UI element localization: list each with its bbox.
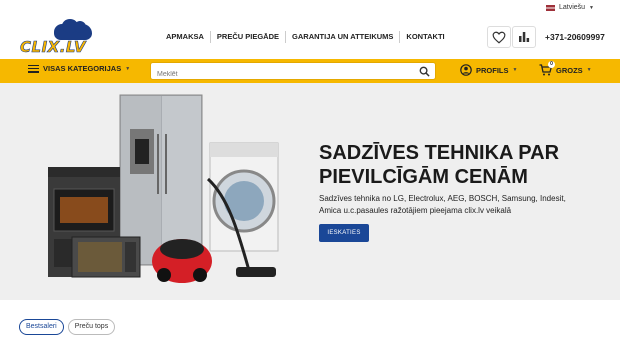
nav-link-delivery[interactable]: PREČU PIEGĀDE	[209, 31, 285, 43]
search-input[interactable]	[151, 66, 406, 83]
site-logo[interactable]: CLIX.LV	[20, 19, 92, 57]
nav-link-payment[interactable]: APMAKSA	[160, 31, 210, 43]
magnifier-icon[interactable]	[419, 66, 430, 77]
all-categories-button[interactable]: VISAS KATEGORIJAS ▼	[28, 64, 130, 73]
hero-title: SADZĪVES TEHNIKA PAR PIEVILCĪGĀM CENĀM	[319, 142, 560, 188]
appliances-illustration	[48, 94, 279, 283]
category-search-bar: VISAS KATEGORIJAS ▼ PROFILS ▼ 0 GROZS ▼	[0, 59, 620, 83]
main-nav: APMAKSA PREČU PIEGĀDE GARANTIJA UN ATTEI…	[160, 31, 451, 43]
profile-menu[interactable]: PROFILS ▼	[460, 64, 517, 76]
search-box	[150, 62, 436, 83]
hero-banner[interactable]: SADZĪVES TEHNIKA PAR PIEVILCĪGĀM CENĀM S…	[0, 83, 620, 300]
hero-description: Sadzīves tehnika no LG, Electrolux, AEG,…	[319, 194, 566, 215]
cart-label: GROZS	[556, 65, 583, 75]
tab-top-products[interactable]: Preču tops	[67, 319, 116, 335]
chevron-down-icon: ▼	[586, 67, 592, 73]
site-header: CLIX.LV APMAKSA PREČU PIEGĀDE GARANTIJA …	[0, 15, 620, 59]
compare-button[interactable]	[512, 26, 536, 48]
user-icon	[460, 64, 472, 76]
wishlist-button[interactable]	[487, 26, 511, 48]
top-strip: Latviešu ▼	[0, 0, 620, 15]
cart-count-badge: 0	[548, 61, 555, 68]
tab-bestsellers[interactable]: Bestsaleri	[19, 319, 64, 335]
menu-icon	[28, 64, 39, 73]
logo-text: CLIX.LV	[20, 38, 87, 57]
chevron-down-icon: ▼	[125, 65, 131, 72]
chevron-down-icon: ▼	[589, 4, 594, 11]
nav-link-contacts[interactable]: KONTAKTI	[399, 31, 450, 43]
heart-icon	[492, 31, 506, 44]
bar-chart-icon	[519, 32, 530, 42]
nav-link-warranty[interactable]: GARANTIJA UN ATTEIKUMS	[285, 31, 399, 43]
phone-number[interactable]: +371-20609997	[545, 32, 605, 42]
product-tabs: Bestsaleri Preču tops	[19, 319, 116, 335]
cart-button[interactable]: 0 GROZS ▼	[539, 61, 592, 76]
all-categories-label: VISAS KATEGORIJAS	[43, 64, 122, 73]
explore-button[interactable]: IESKATIES	[319, 224, 369, 242]
latvia-flag-icon	[545, 4, 555, 11]
chevron-down-icon: ▼	[512, 67, 518, 73]
profile-label: PROFILS	[476, 65, 509, 75]
language-selector[interactable]: Latviešu ▼	[545, 2, 594, 13]
cart-icon-wrap: 0	[539, 61, 555, 76]
language-label: Latviešu	[558, 4, 586, 11]
